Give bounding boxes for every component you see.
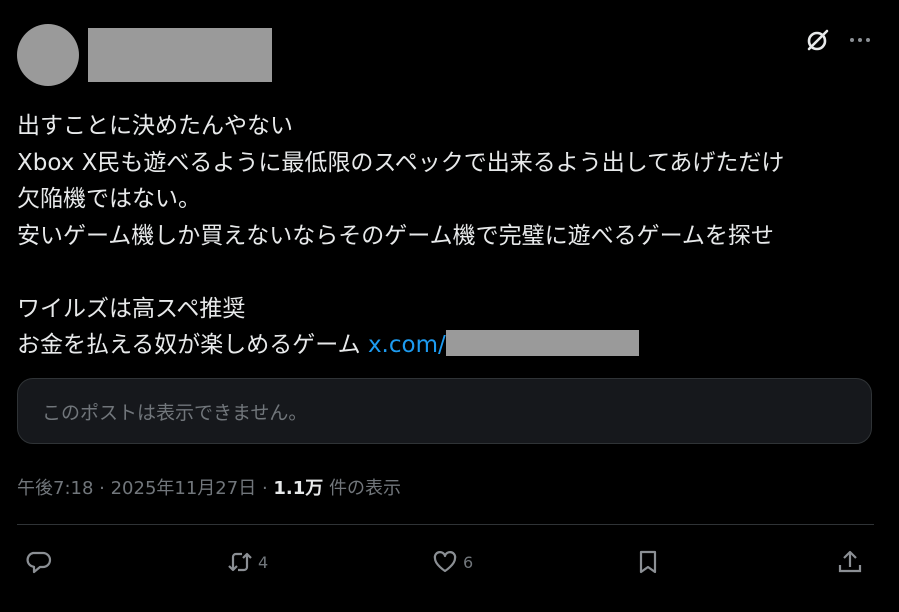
quote-unavailable-text: このポストは表示できません。 <box>42 402 308 424</box>
post-line-text: お金を払える奴が楽しめるゲーム <box>17 332 361 358</box>
views-label: 件の表示 <box>323 478 402 499</box>
repost-icon <box>228 552 252 572</box>
meta-separator: · <box>93 478 111 499</box>
share-icon <box>838 550 862 573</box>
bookmark-icon <box>639 550 657 574</box>
avatar[interactable] <box>17 24 79 86</box>
meta-separator: · <box>256 478 274 499</box>
link-redacted[interactable] <box>445 330 639 356</box>
post-line: 安いゲーム機しか買えないならそのゲーム機で完璧に遊べるゲームを探せ <box>17 222 774 249</box>
post-time[interactable]: 午後7:18 <box>17 478 93 499</box>
post-line: 欠陥機ではない。 <box>17 186 201 212</box>
share-button[interactable] <box>836 544 864 580</box>
post-line-blank <box>17 254 877 291</box>
more-icon[interactable] <box>846 26 874 54</box>
heart-icon <box>433 551 457 573</box>
like-count: 6 <box>463 552 474 572</box>
post-line: 出すことに決めたんやない <box>17 113 293 139</box>
grok-icon[interactable] <box>804 26 832 54</box>
post-line: ワイルズは高スペ推奨 <box>17 295 246 322</box>
post-text: 出すことに決めたんやない Xbox X民も遊べるように最低限のスペックで出来るよ… <box>17 108 877 364</box>
post-line-with-link: お金を払える奴が楽しめるゲーム x.com/ <box>17 327 877 364</box>
repost-button[interactable]: 4 <box>226 544 268 580</box>
repost-count: 4 <box>258 552 269 572</box>
reply-icon <box>26 551 52 574</box>
quoted-post-card[interactable]: このポストは表示できません。 <box>17 378 872 444</box>
post-link[interactable]: x.com/ <box>368 332 446 358</box>
post-date[interactable]: 2025年11月27日 <box>111 478 257 499</box>
reply-button[interactable] <box>24 544 56 580</box>
divider <box>17 524 874 525</box>
views-count: 1.1万 <box>273 478 324 499</box>
bookmark-button[interactable] <box>634 544 662 580</box>
like-button[interactable]: 6 <box>431 544 473 580</box>
username-redacted[interactable] <box>88 28 272 82</box>
post-meta: 午後7:18 · 2025年11月27日 · 1.1万 件の表示 <box>17 474 401 500</box>
post-line: Xbox X民も遊べるように最低限のスペックで出来るよう出してあげただけ <box>17 149 785 176</box>
